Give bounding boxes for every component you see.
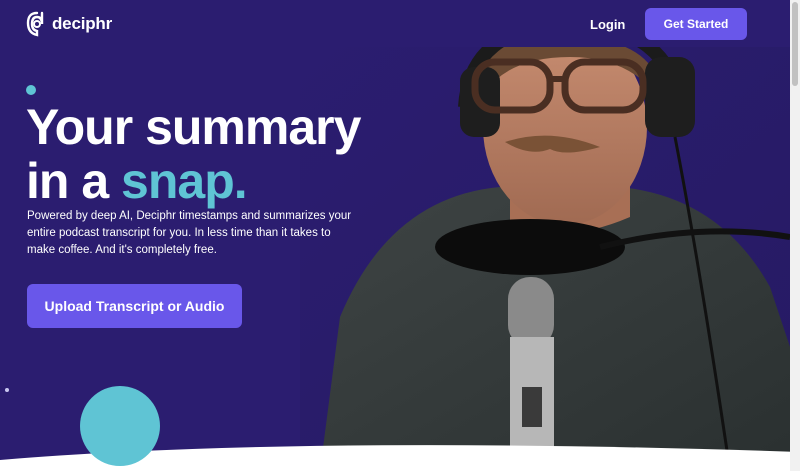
upload-transcript-button[interactable]: Upload Transcript or Audio <box>27 284 242 328</box>
teal-circle-decoration <box>80 386 160 466</box>
accent-dot <box>26 85 36 95</box>
headline-line-2-prefix: in a <box>26 153 122 209</box>
brand-logo[interactable]: deciphr <box>26 11 112 37</box>
small-dot <box>5 388 9 392</box>
page-scrollbar[interactable] <box>790 0 800 471</box>
landing-page: deciphr Login Get Started Your summary i… <box>0 0 800 471</box>
headline-line-1: Your summary <box>26 99 361 155</box>
login-link[interactable]: Login <box>590 17 625 32</box>
hero-photo <box>300 47 790 471</box>
hero-headline: Your summary in a snap. <box>26 99 361 209</box>
scrollbar-thumb[interactable] <box>792 2 798 86</box>
get-started-button[interactable]: Get Started <box>645 8 747 40</box>
top-navigation: deciphr Login Get Started <box>0 0 790 47</box>
hero-description: Powered by deep AI, Deciphr timestamps a… <box>27 210 352 256</box>
brand-name: deciphr <box>52 14 113 33</box>
deciphr-logo-icon <box>26 11 44 37</box>
headline-accent: snap. <box>121 153 248 209</box>
